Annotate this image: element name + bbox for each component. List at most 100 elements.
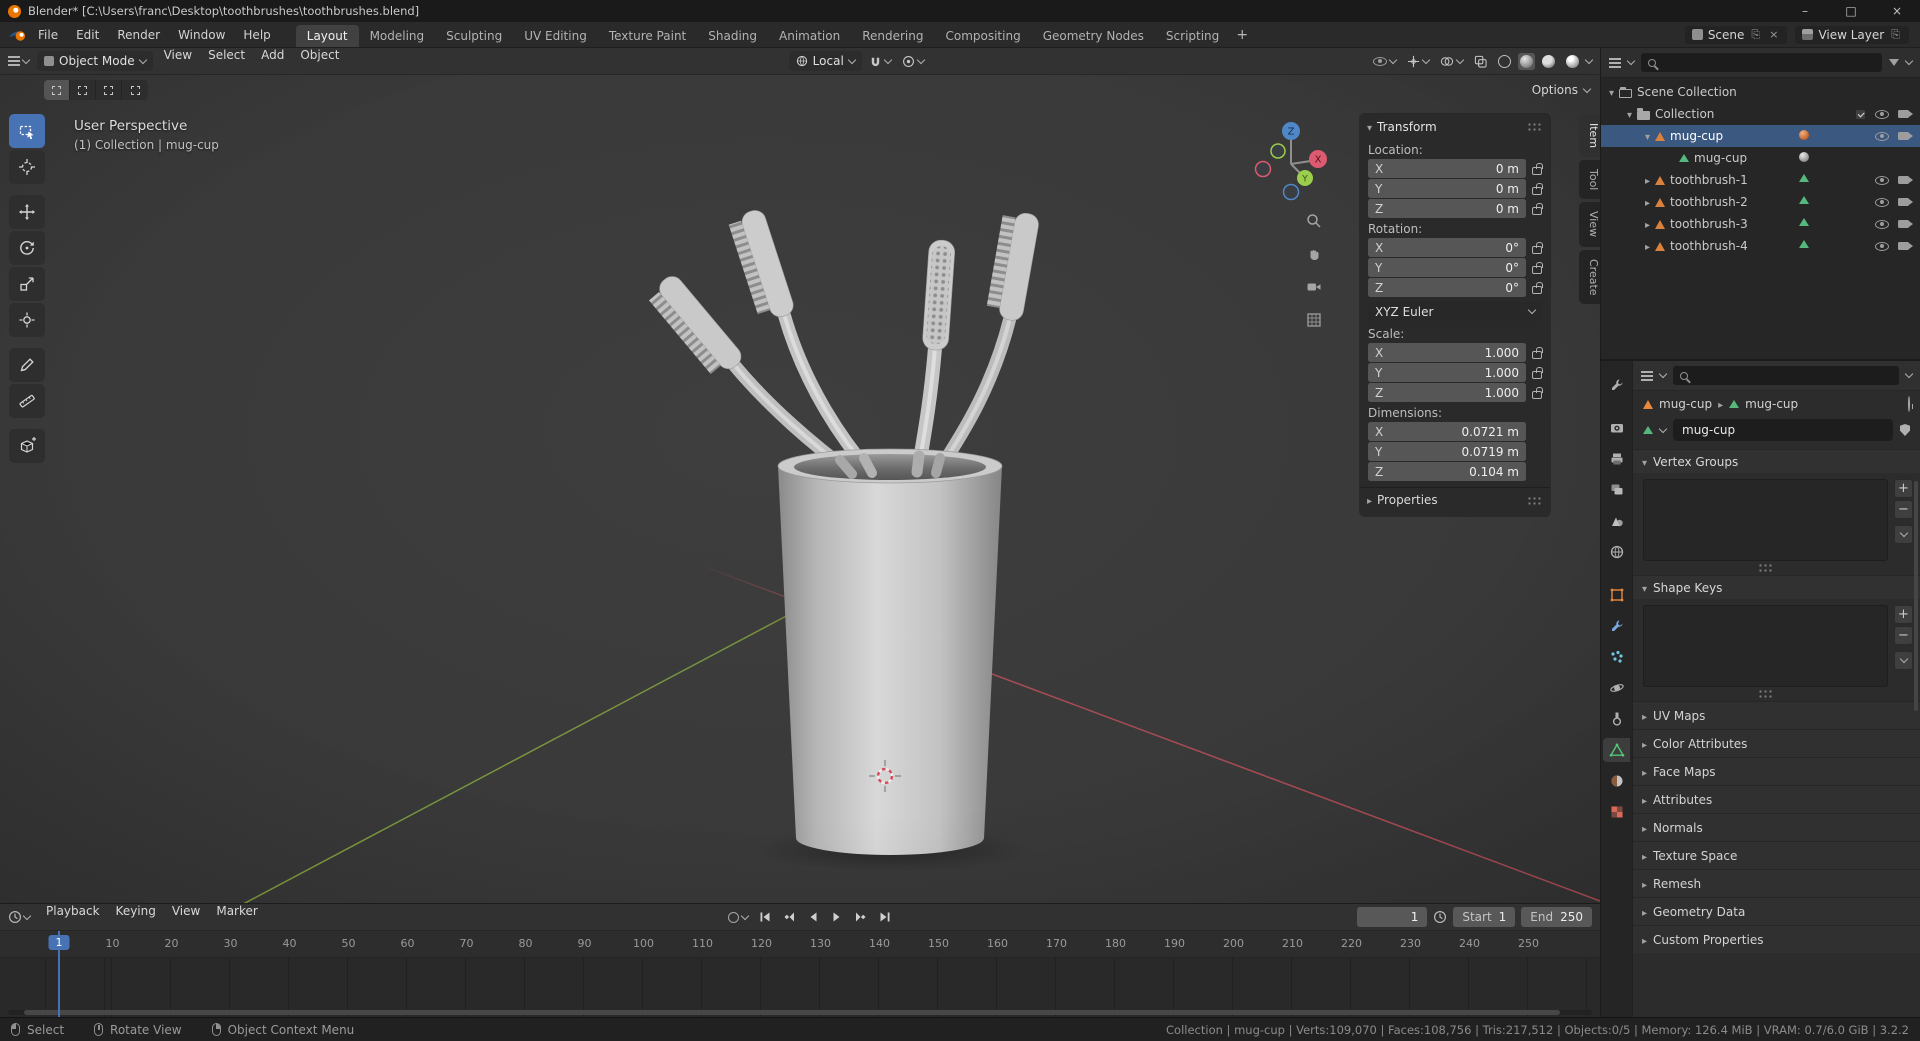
menu-item[interactable]: Edit <box>67 22 108 47</box>
tab-render[interactable] <box>1603 416 1630 440</box>
tab-tool[interactable] <box>1603 373 1630 397</box>
expand-icon[interactable] <box>1609 85 1614 99</box>
hide-eye-icon[interactable] <box>1875 241 1889 251</box>
tab-view-layer[interactable] <box>1603 478 1630 502</box>
workspace-tab[interactable]: Rendering <box>851 25 934 47</box>
outliner-row-toothbrush-2[interactable]: toothbrush-2 <box>1601 191 1920 213</box>
lock-icon[interactable] <box>1532 366 1543 379</box>
disable-render-icon[interactable] <box>1898 198 1913 206</box>
play-reverse-button[interactable] <box>802 907 824 927</box>
outliner-row-mug-cup[interactable]: mug-cup <box>1601 125 1920 147</box>
editor-type-icon[interactable] <box>8 56 20 66</box>
shading-material-button[interactable] <box>1538 52 1559 71</box>
remove-vertex-group-button[interactable] <box>1894 500 1913 519</box>
current-frame-field[interactable]: 1 <box>1357 907 1428 927</box>
preview-range-clock-icon[interactable] <box>1433 910 1447 924</box>
disable-render-icon[interactable] <box>1898 132 1913 140</box>
overlays-dropdown[interactable] <box>1436 52 1467 71</box>
select-box-tool[interactable] <box>9 114 45 148</box>
properties-panel-header[interactable]: Normals <box>1633 813 1920 841</box>
sidebar-tab[interactable]: View <box>1579 202 1600 247</box>
dimension-field[interactable]: X 0.0721 m <box>1368 422 1526 441</box>
timeline-menu-item[interactable]: Playback <box>38 904 108 930</box>
editor-type-chevron-icon[interactable] <box>21 55 31 64</box>
shading-wireframe-button[interactable] <box>1494 52 1515 71</box>
outliner-row-mug-cup-data[interactable]: mug-cup <box>1601 147 1920 169</box>
select-mode-set-button[interactable] <box>44 80 70 100</box>
disable-render-icon[interactable] <box>1898 176 1913 184</box>
tab-material[interactable] <box>1603 769 1630 793</box>
shape-key-specials-button[interactable] <box>1894 651 1913 670</box>
pin-icon[interactable] <box>1908 396 1910 412</box>
shading-dropdown-icon[interactable] <box>1584 55 1594 64</box>
lock-icon[interactable] <box>1532 281 1543 294</box>
vertex-groups-panel-header[interactable]: Vertex Groups <box>1633 449 1920 473</box>
properties-panel-header[interactable]: Face Maps <box>1633 757 1920 785</box>
disable-render-icon[interactable] <box>1898 220 1913 228</box>
disable-render-icon[interactable] <box>1898 110 1913 118</box>
scale-tool[interactable] <box>9 267 45 301</box>
disable-render-icon[interactable] <box>1898 242 1913 250</box>
expand-icon[interactable] <box>1645 173 1650 187</box>
rotation-field[interactable]: Z 0° <box>1368 278 1526 297</box>
select-mode-intersect-button[interactable] <box>122 80 148 100</box>
viewport-menu-item[interactable]: View <box>156 48 200 74</box>
transform-tool[interactable] <box>9 303 45 337</box>
tab-physics[interactable] <box>1603 676 1630 700</box>
properties-panel-header[interactable]: Geometry Data <box>1633 897 1920 925</box>
sidebar-tab[interactable]: Tool <box>1579 160 1600 200</box>
lock-icon[interactable] <box>1532 241 1543 254</box>
editor-type-chevron-icon[interactable] <box>22 911 32 920</box>
expand-icon[interactable] <box>1645 239 1650 253</box>
start-frame-field[interactable]: Start 1 <box>1453 907 1516 927</box>
timeline-ruler[interactable]: 10 20 30 40 50 60 70 80 90 100 110 120 130 140 150 160 1… <box>0 931 1600 1017</box>
outliner-row-scene-collection[interactable]: Scene Collection <box>1601 81 1920 103</box>
tab-object-data[interactable] <box>1603 738 1630 762</box>
fake-user-shield-icon[interactable] <box>1900 424 1910 436</box>
jump-to-start-button[interactable] <box>754 907 776 927</box>
close-button[interactable]: × <box>1874 0 1920 22</box>
prev-keyframe-button[interactable] <box>778 907 800 927</box>
navigation-gizmo[interactable]: Z X Y <box>1248 114 1334 206</box>
outliner-editor-icon[interactable] <box>1609 57 1621 68</box>
xray-toggle[interactable] <box>1470 52 1491 71</box>
workspace-tab[interactable]: Modeling <box>359 25 436 47</box>
maximize-button[interactable]: □ <box>1828 0 1874 22</box>
filter-chevron-icon[interactable] <box>1904 56 1914 66</box>
toggle-perspective-button[interactable] <box>1305 311 1323 329</box>
transform-orientation-select[interactable]: Local <box>788 51 862 71</box>
playhead[interactable]: 1 <box>48 931 70 1017</box>
jump-to-end-button[interactable] <box>874 907 896 927</box>
sidebar-tab[interactable]: Create <box>1579 249 1600 305</box>
tab-world[interactable] <box>1603 540 1630 564</box>
lock-icon[interactable] <box>1532 162 1543 175</box>
view-layer-selector[interactable]: View Layer ⎘ <box>1795 25 1909 44</box>
properties-panel-header[interactable]: Color Attributes <box>1633 729 1920 757</box>
hide-eye-icon[interactable] <box>1875 197 1889 207</box>
outliner-search-input[interactable] <box>1641 53 1882 72</box>
properties-panel-header[interactable]: UV Maps <box>1633 701 1920 729</box>
tab-scene[interactable] <box>1603 509 1630 533</box>
axis-minus-x-ball[interactable] <box>1254 160 1272 178</box>
shape-keys-panel-header[interactable]: Shape Keys <box>1633 575 1920 599</box>
lock-icon[interactable] <box>1532 346 1543 359</box>
tab-texture[interactable] <box>1603 800 1630 824</box>
resize-grip-icon[interactable] <box>1757 688 1774 698</box>
lock-icon[interactable] <box>1532 261 1543 274</box>
timeline-menu-item[interactable]: Keying <box>108 904 164 930</box>
minimize-button[interactable]: – <box>1782 0 1828 22</box>
properties-panel-header[interactable]: Attributes <box>1633 785 1920 813</box>
location-field[interactable]: X0 m <box>1368 159 1526 178</box>
shape-keys-list[interactable] <box>1643 605 1888 687</box>
pan-hand-button[interactable] <box>1305 245 1323 263</box>
location-field[interactable]: Y0 m <box>1368 179 1526 198</box>
timeline-horizontal-scrollbar[interactable] <box>8 1010 1592 1015</box>
select-mode-extend-button[interactable] <box>70 80 96 100</box>
annotate-tool[interactable] <box>9 348 45 382</box>
rotation-mode-select[interactable]: XYZ Euler <box>1368 302 1542 321</box>
unlink-scene-icon[interactable]: × <box>1767 28 1780 41</box>
filter-chevron-icon[interactable] <box>1904 369 1914 379</box>
hide-eye-icon[interactable] <box>1875 175 1889 185</box>
properties-subpanel-header[interactable]: Properties <box>1360 487 1550 512</box>
expand-icon[interactable] <box>1645 129 1650 143</box>
